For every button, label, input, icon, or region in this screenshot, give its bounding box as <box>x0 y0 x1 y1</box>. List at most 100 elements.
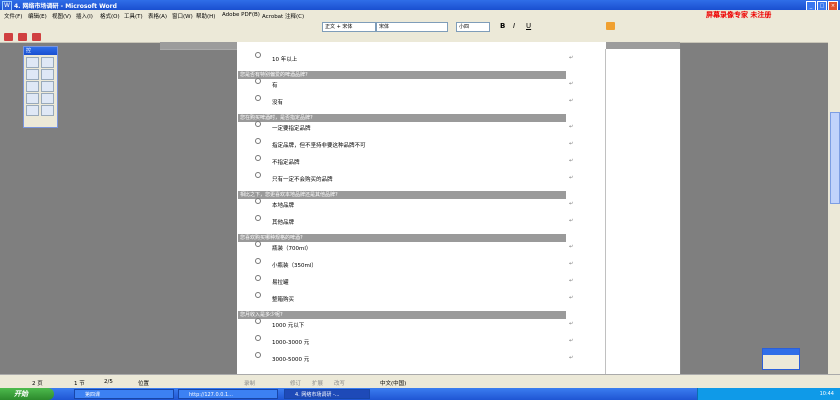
align-justify-icon[interactable] <box>606 22 615 30</box>
option-label: 瓶装（700ml） <box>272 246 312 252</box>
status-ovr[interactable]: 改写 <box>334 379 345 387</box>
radio-option[interactable] <box>255 292 261 298</box>
paragraph-mark-icon: ↵ <box>569 218 574 224</box>
textbox-icon[interactable] <box>41 69 54 80</box>
table-icon[interactable] <box>4 33 13 41</box>
menu-item-1[interactable]: 编辑(E) <box>28 12 47 20</box>
question-text: 相比之下，您更喜欢本地品牌还是其他品牌? <box>240 192 338 198</box>
option-label: 指定品牌，但不坚持非要这种品牌不可 <box>272 143 366 149</box>
paragraph-mark-icon: ↵ <box>569 321 574 327</box>
style-combo[interactable]: 正文 + 宋体 <box>322 22 376 32</box>
menu-item-3[interactable]: 插入(I) <box>76 12 93 20</box>
menu-item-7[interactable]: 窗口(W) <box>172 12 193 20</box>
option-label: 一定要指定品牌 <box>272 126 311 132</box>
combobox-icon[interactable] <box>41 93 54 104</box>
toggle-button-icon[interactable] <box>26 105 39 116</box>
status-language: 中文(中国) <box>380 381 407 387</box>
option-label: 小瓶装（350ml） <box>272 263 317 269</box>
menu-item-9[interactable]: Adobe PDF(B) <box>222 12 260 18</box>
title-bar: W 4. 网络市场调研 - Microsoft Word _ □ × <box>0 0 840 11</box>
question-header: 您月收入是多少呢? <box>238 311 566 319</box>
status-section: 1 节 <box>74 381 85 387</box>
option-button-icon[interactable] <box>41 81 54 92</box>
listbox-icon[interactable] <box>26 93 39 104</box>
question-header: 您在购买啤酒时，是否指定品牌? <box>238 114 566 122</box>
radio-option[interactable] <box>255 172 261 178</box>
radio-option[interactable] <box>255 155 261 161</box>
paragraph-mark-icon: ↵ <box>569 201 574 207</box>
radio-option[interactable] <box>255 198 261 204</box>
radio-option[interactable] <box>255 318 261 324</box>
system-tray: 10:44 <box>697 388 840 400</box>
page-edge <box>680 49 681 374</box>
task-word[interactable]: 4. 网络市场调研 -... <box>284 389 370 399</box>
paragraph-mark-icon: ↵ <box>569 55 574 61</box>
margin-guide <box>605 49 606 374</box>
properties-icon[interactable] <box>41 57 54 68</box>
radio-option[interactable] <box>255 95 261 101</box>
radio-option[interactable] <box>255 121 261 127</box>
menu-item-4[interactable]: 格式(O) <box>100 12 120 20</box>
table-insert-icon[interactable] <box>18 33 27 41</box>
design-mode-icon[interactable] <box>26 57 39 68</box>
control-toolbox: 控 <box>23 46 58 128</box>
right-margin <box>566 49 680 374</box>
question-header: 您喜欢购买哪种规格的啤酒? <box>238 234 566 242</box>
toolbox-title: 控 <box>24 47 57 55</box>
option-label: 1000 元以下 <box>272 323 305 329</box>
menu-item-5[interactable]: 工具(T) <box>124 12 143 20</box>
menu-item-6[interactable]: 表格(A) <box>148 12 167 20</box>
start-button[interactable]: 开始 <box>0 388 54 400</box>
task-folder[interactable]: 第四课 <box>74 389 174 399</box>
radio-option[interactable] <box>255 335 261 341</box>
vertical-scrollbar[interactable] <box>828 42 840 374</box>
radio-option[interactable] <box>255 78 261 84</box>
status-page: 2 页 <box>32 381 43 387</box>
font-combo[interactable]: 宋体 <box>376 22 448 32</box>
paragraph-mark-icon: ↵ <box>569 81 574 87</box>
scroll-thumb[interactable] <box>830 112 840 204</box>
paragraph-mark-icon: ↵ <box>569 141 574 147</box>
question-text: 您在购买啤酒时，是否指定品牌? <box>240 115 313 121</box>
status-ext[interactable]: 扩展 <box>312 379 323 387</box>
status-rec[interactable]: 录制 <box>244 379 255 387</box>
option-label: 1000-3000 元 <box>272 340 310 346</box>
underline-icon[interactable]: U <box>526 22 535 30</box>
radio-option[interactable] <box>255 215 261 221</box>
menu-item-8[interactable]: 帮助(H) <box>196 12 215 20</box>
status-position: 位置 <box>138 381 150 387</box>
paragraph-mark-icon: ↵ <box>569 158 574 164</box>
paragraph-mark-icon: ↵ <box>569 278 574 284</box>
option-label: 本地品牌 <box>272 203 295 209</box>
option-label: 没有 <box>272 100 284 106</box>
window-title: 4. 网络市场调研 - Microsoft Word <box>14 3 117 10</box>
paragraph-mark-icon: ↵ <box>569 124 574 130</box>
paragraph-mark-icon: ↵ <box>569 244 574 250</box>
bold-icon[interactable]: B <box>500 22 509 30</box>
label-icon[interactable] <box>41 105 54 116</box>
italic-icon[interactable]: I <box>513 22 522 30</box>
menu-item-0[interactable]: 文件(F) <box>4 12 22 20</box>
menu-item-2[interactable]: 视图(V) <box>52 12 71 20</box>
command-button-icon[interactable] <box>26 81 39 92</box>
option-label: 易拉罐 <box>272 280 289 286</box>
radio-option[interactable] <box>255 52 261 58</box>
table-delete-icon[interactable] <box>32 33 41 41</box>
status-trk[interactable]: 修订 <box>290 379 301 387</box>
paragraph-mark-icon: ↵ <box>569 338 574 344</box>
paragraph-mark-icon: ↵ <box>569 355 574 361</box>
option-label: 整箱购买 <box>272 297 295 303</box>
radio-option[interactable] <box>255 138 261 144</box>
radio-option[interactable] <box>255 352 261 358</box>
task-browser[interactable]: http://127.0.0.1... <box>178 389 278 399</box>
floating-toolbar[interactable] <box>762 348 800 370</box>
radio-option[interactable] <box>255 275 261 281</box>
radio-option[interactable] <box>255 258 261 264</box>
option-label: 3000-5000 元 <box>272 357 310 363</box>
menu-item-10[interactable]: Acrobat 注释(C) <box>262 12 304 20</box>
checkbox-icon[interactable] <box>26 69 39 80</box>
option-label: 其他品牌 <box>272 220 295 226</box>
font-size-combo[interactable]: 小四 <box>456 22 490 32</box>
radio-option[interactable] <box>255 241 261 247</box>
status-bar: 2 页 1 节 2/5 位置 录制 修订 扩展 改写 中文(中国) <box>0 374 840 389</box>
